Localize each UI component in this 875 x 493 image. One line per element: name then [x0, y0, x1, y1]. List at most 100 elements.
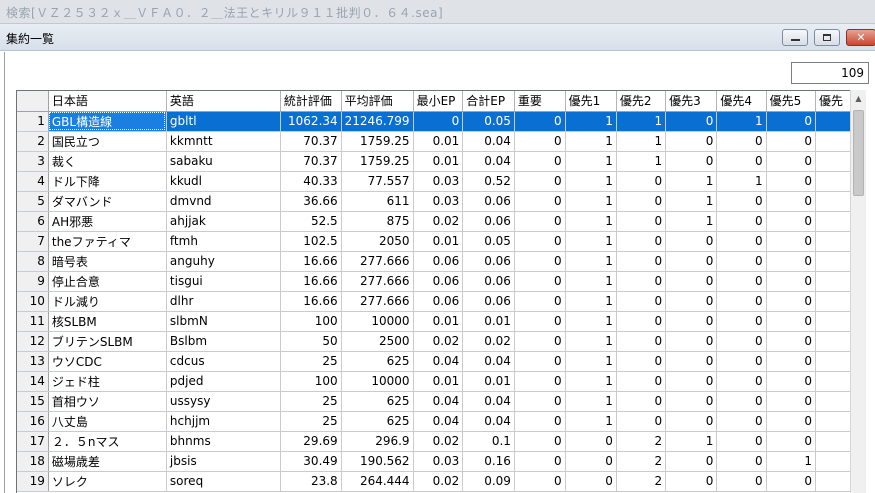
table-cell[interactable]: 0 — [766, 131, 816, 152]
table-cell[interactable]: Bslbm — [166, 331, 281, 352]
table-cell[interactable]: 0.03 — [413, 191, 464, 212]
table-cell[interactable]: 1 — [565, 111, 617, 132]
table-cell[interactable]: 0.01 — [413, 311, 464, 332]
table-cell[interactable]: 1 — [565, 191, 617, 212]
column-header[interactable]: 優先3 — [665, 91, 718, 112]
table-cell[interactable]: 1 — [565, 271, 617, 292]
table-cell[interactable]: 625 — [341, 351, 414, 372]
table-cell[interactable]: 0 — [766, 231, 816, 252]
table-cell[interactable]: 0.03 — [413, 171, 464, 192]
table-cell[interactable]: 50 — [280, 331, 342, 352]
table-cell[interactable]: 0.02 — [413, 431, 464, 452]
table-cell[interactable]: 0 — [616, 371, 667, 392]
table-cell[interactable]: tisgui — [166, 271, 281, 292]
table-cell[interactable]: 0 — [514, 411, 566, 432]
table-cell[interactable]: 0.04 — [462, 351, 515, 372]
table-cell[interactable]: 0 — [716, 371, 767, 392]
table-cell[interactable]: 0.1 — [462, 431, 515, 452]
table-cell[interactable]: theファティマ — [48, 231, 167, 252]
table-cell[interactable]: 0 — [514, 371, 566, 392]
table-cell[interactable]: 0 — [766, 331, 816, 352]
table-cell[interactable]: ahjjak — [166, 211, 281, 232]
table-cell[interactable]: 0 — [665, 351, 718, 372]
row-number[interactable]: 9 — [17, 271, 49, 292]
table-cell[interactable]: 0 — [514, 391, 566, 412]
table-cell[interactable]: bhnms — [166, 431, 281, 452]
table-cell[interactable]: 25 — [280, 351, 342, 372]
table-cell[interactable]: 0 — [766, 351, 816, 372]
table-cell[interactable]: 0 — [716, 191, 767, 212]
column-header[interactable]: 統計評価 — [280, 91, 342, 112]
table-row[interactable]: 17 ２．５nマス bhnms 29.69 296.9 0.02 0.1 0 0 2 1 0 0 — [17, 431, 863, 452]
table-cell[interactable]: 0 — [616, 271, 667, 292]
table-cell[interactable]: 1 — [565, 151, 617, 172]
row-number[interactable]: 1 — [17, 111, 49, 132]
table-row[interactable]: 12 ブリテンSLBM Bslbm 50 2500 0.02 0.02 0 1 0 0 0 0 — [17, 331, 863, 352]
table-cell[interactable]: 0.01 — [462, 371, 515, 392]
table-cell[interactable]: anguhy — [166, 251, 281, 272]
table-cell[interactable]: 0 — [514, 331, 566, 352]
table-row[interactable]: 14 ジェド柱 pdjed 100 10000 0.01 0.01 0 1 0 0 0 0 — [17, 371, 863, 392]
table-row[interactable]: 1 GBL構造線 gbltl 1062.34 21246.799 0 0.05 0 1 1 0 1 0 — [17, 111, 863, 132]
table-cell[interactable]: 0.04 — [413, 391, 464, 412]
row-number[interactable]: 2 — [17, 131, 49, 152]
table-cell[interactable]: 0 — [716, 151, 767, 172]
table-cell[interactable]: ２．５nマス — [48, 431, 167, 452]
table-cell[interactable]: 102.5 — [280, 231, 342, 252]
table-cell[interactable]: 1 — [565, 251, 617, 272]
table-cell[interactable]: 0.06 — [462, 191, 515, 212]
minimize-button[interactable] — [782, 29, 808, 46]
column-header[interactable]: 最小EP — [413, 91, 464, 112]
table-cell[interactable]: 1 — [565, 351, 617, 372]
table-cell[interactable]: 0.04 — [462, 151, 515, 172]
table-cell[interactable]: 1 — [565, 231, 617, 252]
table-cell[interactable]: 277.666 — [341, 271, 414, 292]
table-cell[interactable]: 1 — [565, 211, 617, 232]
column-header[interactable]: 優先5 — [766, 91, 816, 112]
table-cell[interactable]: 0 — [766, 171, 816, 192]
table-cell[interactable]: 核SLBM — [48, 311, 167, 332]
table-cell[interactable]: 1 — [766, 451, 816, 472]
table-cell[interactable]: 0.04 — [413, 351, 464, 372]
table-cell[interactable]: 0 — [514, 231, 566, 252]
table-cell[interactable]: 0 — [514, 151, 566, 172]
table-cell[interactable]: 29.69 — [280, 431, 342, 452]
table-cell[interactable]: 0.06 — [462, 271, 515, 292]
table-cell[interactable]: 0.04 — [462, 411, 515, 432]
table-cell[interactable]: 0.06 — [413, 251, 464, 272]
table-cell[interactable]: 1 — [565, 411, 617, 432]
table-cell[interactable]: 1 — [665, 171, 718, 192]
table-cell[interactable]: 0.01 — [413, 151, 464, 172]
row-number[interactable]: 13 — [17, 351, 49, 372]
table-cell[interactable]: 0.04 — [462, 131, 515, 152]
table-cell[interactable]: 0 — [413, 111, 464, 132]
table-cell[interactable]: 36.66 — [280, 191, 342, 212]
table-row[interactable]: 19 ソレク soreq 23.8 264.444 0.02 0.09 0 0 2 0 0 0 — [17, 471, 863, 492]
table-cell[interactable]: 100 — [280, 371, 342, 392]
table-cell[interactable]: 0 — [665, 391, 718, 412]
table-cell[interactable]: 0 — [514, 471, 566, 492]
table-cell[interactable]: 0.01 — [413, 231, 464, 252]
row-number[interactable]: 10 — [17, 291, 49, 312]
table-cell[interactable]: 0 — [665, 411, 718, 432]
table-cell[interactable]: ussysy — [166, 391, 281, 412]
table-cell[interactable]: 0 — [616, 391, 667, 412]
table-cell[interactable]: 停止合意 — [48, 271, 167, 292]
table-cell[interactable]: 23.8 — [280, 471, 342, 492]
table-cell[interactable]: 0 — [616, 251, 667, 272]
table-cell[interactable]: 77.557 — [341, 171, 414, 192]
table-cell[interactable]: 0 — [514, 291, 566, 312]
row-number[interactable]: 12 — [17, 331, 49, 352]
table-cell[interactable]: 0 — [514, 351, 566, 372]
table-row[interactable]: 9 停止合意 tisgui 16.66 277.666 0.06 0.06 0 1 0 0 0 0 — [17, 271, 863, 292]
table-cell[interactable]: 0 — [665, 151, 718, 172]
table-cell[interactable]: 100 — [280, 311, 342, 332]
table-cell[interactable]: 2 — [616, 431, 667, 452]
table-cell[interactable]: 0 — [514, 431, 566, 452]
table-cell[interactable]: 25 — [280, 411, 342, 432]
table-cell[interactable]: 0 — [514, 311, 566, 332]
row-number[interactable]: 15 — [17, 391, 49, 412]
table-cell[interactable]: 21246.799 — [341, 111, 414, 132]
table-cell[interactable]: 0 — [665, 111, 718, 132]
table-cell[interactable]: 0 — [716, 251, 767, 272]
